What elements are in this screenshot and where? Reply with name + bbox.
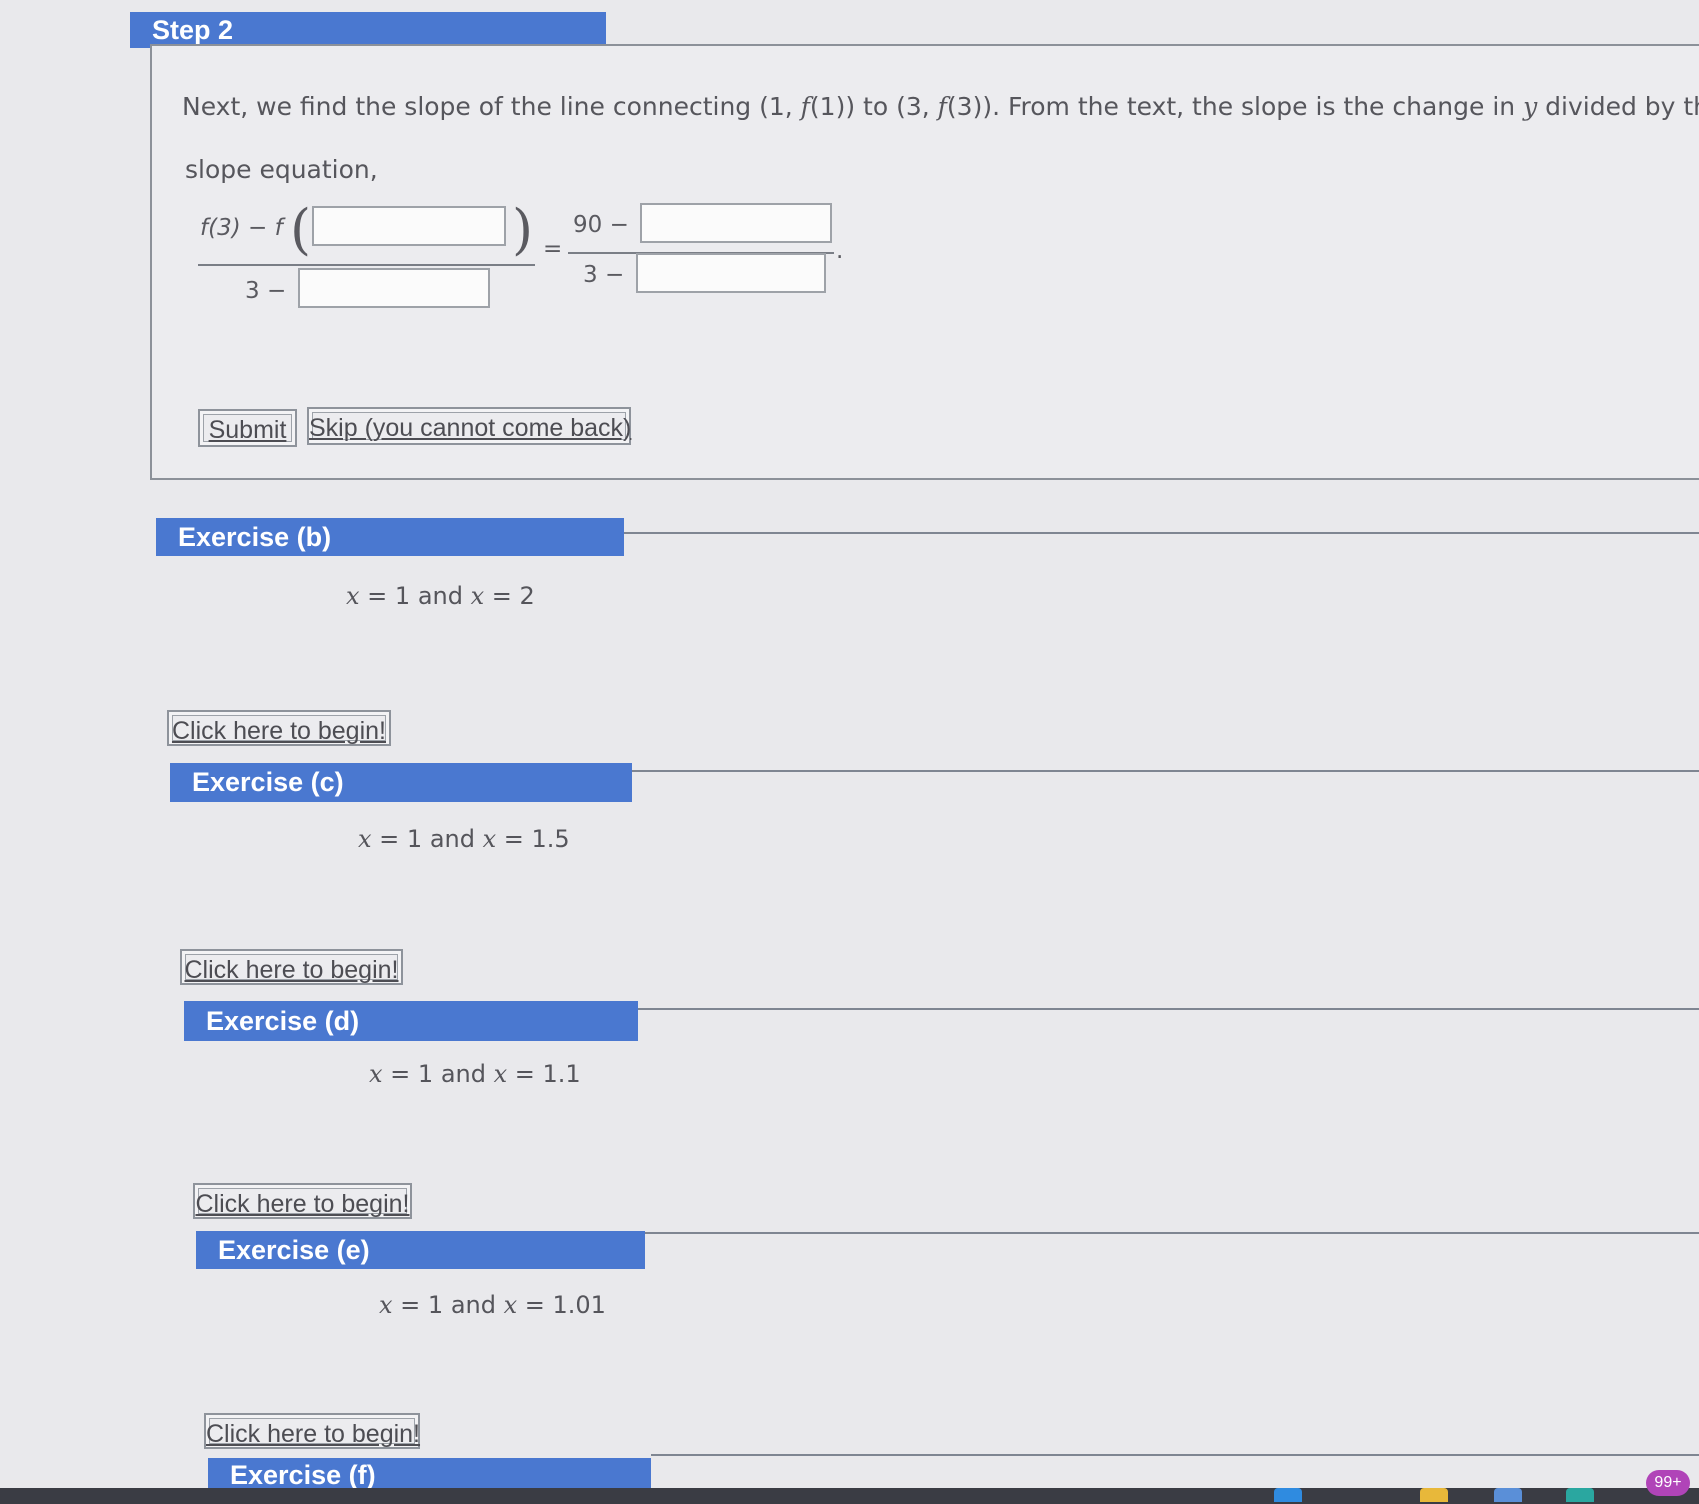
step-intro-line2: slope equation,	[185, 155, 378, 184]
exercise-b-begin-button[interactable]: Click here to begin!	[167, 710, 391, 746]
exercise-c-title: Exercise (c)	[192, 767, 344, 797]
skip-button[interactable]: Skip (you cannot come back)	[307, 407, 631, 445]
equation-period: .	[836, 238, 844, 264]
edge-icon[interactable]	[1566, 1488, 1594, 1502]
folder-icon[interactable]	[1420, 1488, 1448, 1502]
exercise-d-expression: x = 1 and x = 1.1	[369, 1060, 581, 1088]
step-intro-text: Next, we find the slope of the line conn…	[182, 92, 1699, 121]
equals-sign: =	[543, 236, 563, 262]
exercise-b-expression: x = 1 and x = 2	[346, 582, 535, 610]
exercise-f-header: Exercise (f)	[208, 1458, 651, 1492]
submit-button[interactable]: Submit	[198, 409, 297, 447]
exercise-e-expression: x = 1 and x = 1.01	[379, 1291, 606, 1319]
exercise-b-header: Exercise (b)	[156, 518, 624, 556]
exercise-b-title: Exercise (b)	[178, 522, 332, 552]
exercise-c-expression: x = 1 and x = 1.5	[358, 825, 570, 853]
exercise-f-rule	[651, 1454, 1699, 1456]
exercise-e-rule	[645, 1232, 1699, 1234]
store-icon[interactable]	[1494, 1488, 1522, 1502]
exercise-d-rule	[638, 1008, 1699, 1010]
right-denominator-input[interactable]	[636, 253, 826, 293]
exercise-b-rule	[624, 532, 1699, 534]
exercise-d-header: Exercise (d)	[184, 1001, 638, 1041]
right-numerator-prefix: 90 −	[573, 212, 629, 238]
step-title: Step 2	[152, 15, 234, 45]
exercise-f-title: Exercise (f)	[230, 1460, 376, 1490]
left-numerator-input[interactable]	[312, 206, 506, 246]
exercise-d-begin-button[interactable]: Click here to begin!	[193, 1183, 412, 1219]
left-denominator-prefix: 3 −	[245, 278, 287, 304]
left-numerator-prefix: f(3) − f	[200, 215, 283, 241]
left-fraction-bar	[198, 264, 535, 266]
notification-badge[interactable]: 99+	[1646, 1470, 1690, 1496]
exercise-c-header: Exercise (c)	[170, 763, 632, 802]
right-numerator-input[interactable]	[640, 203, 832, 243]
exercise-c-rule	[632, 770, 1699, 772]
exercise-c-begin-button[interactable]: Click here to begin!	[180, 949, 403, 985]
chrome-icon[interactable]	[1274, 1488, 1302, 1502]
exercise-d-title: Exercise (d)	[206, 1006, 360, 1036]
exercise-e-header: Exercise (e)	[196, 1231, 645, 1269]
left-paren-open: (	[290, 198, 312, 261]
left-paren-close: )	[512, 198, 534, 261]
exercise-e-title: Exercise (e)	[218, 1235, 370, 1265]
left-denominator-input[interactable]	[298, 268, 490, 308]
step-2-header: Step 2	[130, 12, 606, 48]
exercise-e-begin-button[interactable]: Click here to begin!	[204, 1413, 420, 1449]
right-denominator-prefix: 3 −	[583, 262, 625, 288]
